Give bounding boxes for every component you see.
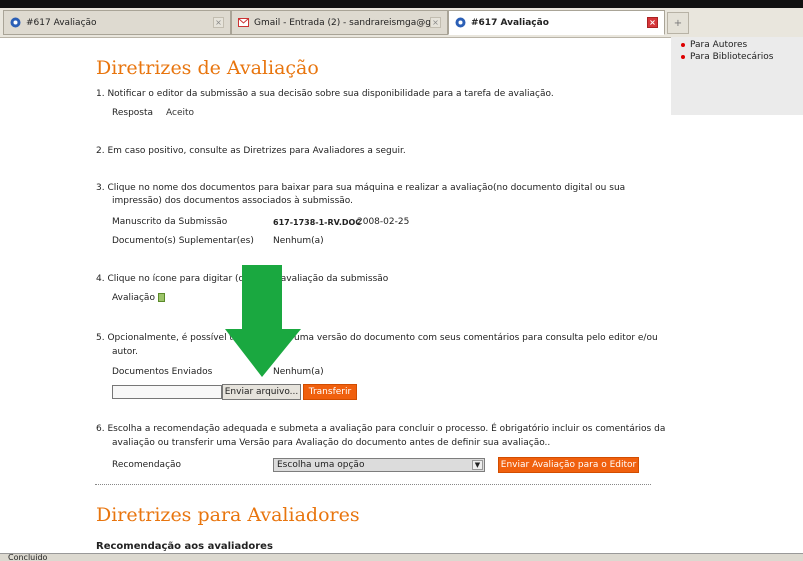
edit-evaluation-icon[interactable] xyxy=(157,293,165,302)
green-arrow-annotation xyxy=(225,265,301,377)
tab-label: Gmail - Entrada (2) - sandrareismga@g... xyxy=(254,17,430,28)
section-divider xyxy=(95,484,651,485)
step-6-line-1: 6. Escolha a recomendação adequada e sub… xyxy=(96,424,666,434)
close-icon[interactable]: × xyxy=(430,17,441,28)
step-2-text: 2. Em caso positivo, consulte as Diretri… xyxy=(96,146,406,156)
recommendation-select[interactable]: Escolha uma opção ▼ xyxy=(273,458,485,472)
page-title: Diretrizes de Avaliação xyxy=(96,57,319,79)
step-1-text: 1. Notificar o editor da submissão a sua… xyxy=(96,89,554,99)
browse-file-button[interactable]: Enviar arquivo... xyxy=(222,384,301,400)
sidebar-link-autores[interactable]: Para Autores xyxy=(681,39,773,51)
select-value: Escolha uma opção xyxy=(277,460,365,470)
manuscript-date: 2008-02-25 xyxy=(357,217,410,227)
supplementary-label: Documento(s) Suplementar(es) xyxy=(112,236,254,246)
section-title-guidelines: Diretrizes para Avaliadores xyxy=(96,504,360,526)
window-top-strip xyxy=(0,0,803,8)
step-5-line-2: autor. xyxy=(112,347,138,357)
file-path-input[interactable] xyxy=(112,385,222,399)
site-icon xyxy=(10,17,21,28)
tab-avaliacao-active[interactable]: #617 Avaliação × xyxy=(448,10,665,35)
close-icon[interactable]: × xyxy=(213,17,224,28)
tab-label: #617 Avaliação xyxy=(26,17,97,28)
section-subtitle: Recomendação aos avaliadores xyxy=(96,541,273,552)
evaluation-label: Avaliação xyxy=(112,293,155,303)
upload-button[interactable]: Transferir xyxy=(303,384,357,400)
bullet-icon xyxy=(681,54,685,59)
response-label: Resposta xyxy=(112,108,154,118)
sidebar-link-bibliotecarios[interactable]: Para Bibliotecários xyxy=(681,51,773,63)
bullet-icon xyxy=(681,42,685,47)
manuscript-file-link[interactable]: 617-1738-1-RV.DOC xyxy=(273,216,361,229)
step-5-text-a: 5. Opcionalmente, é possível tra xyxy=(96,333,243,343)
chevron-down-icon[interactable]: ▼ xyxy=(472,460,483,470)
status-bar: Concluído xyxy=(0,553,803,561)
tab-label: #617 Avaliação xyxy=(471,17,549,28)
new-tab-button[interactable]: + xyxy=(667,12,689,34)
close-icon[interactable]: × xyxy=(647,17,658,28)
step-4-text-a: 4. Clique no ícone para digitar (o xyxy=(96,274,245,284)
sent-docs-label: Documentos Enviados xyxy=(112,367,213,377)
site-icon xyxy=(455,17,466,28)
step-5-text-b: uma versão do documento com seus comentá… xyxy=(294,333,658,343)
step-3-line-1: 3. Clique no nome dos documentos para ba… xyxy=(96,183,626,193)
supplementary-value: Nenhum(a) xyxy=(273,236,324,246)
step-6-line-2: avaliação ou transferir uma Versão para … xyxy=(112,438,551,448)
accept-link[interactable]: Aceito xyxy=(166,107,194,120)
sidebar-links-box: Para Autores Para Bibliotecários xyxy=(671,37,803,115)
manuscript-label: Manuscrito da Submissão xyxy=(112,217,228,227)
evaluation-row: Avaliação xyxy=(112,292,165,305)
browser-tab-bar: #617 Avaliação × Gmail - Entrada (2) - s… xyxy=(0,8,803,38)
tab-gmail[interactable]: Gmail - Entrada (2) - sandrareismga@g...… xyxy=(231,10,448,35)
recommendation-label: Recomendação xyxy=(112,460,182,470)
step-3-line-2: impressão) dos documentos associados à s… xyxy=(112,196,354,206)
tab-avaliacao-1[interactable]: #617 Avaliação × xyxy=(3,10,231,35)
gmail-icon xyxy=(238,18,249,27)
submit-evaluation-button[interactable]: Enviar Avaliação para o Editor xyxy=(498,457,639,473)
